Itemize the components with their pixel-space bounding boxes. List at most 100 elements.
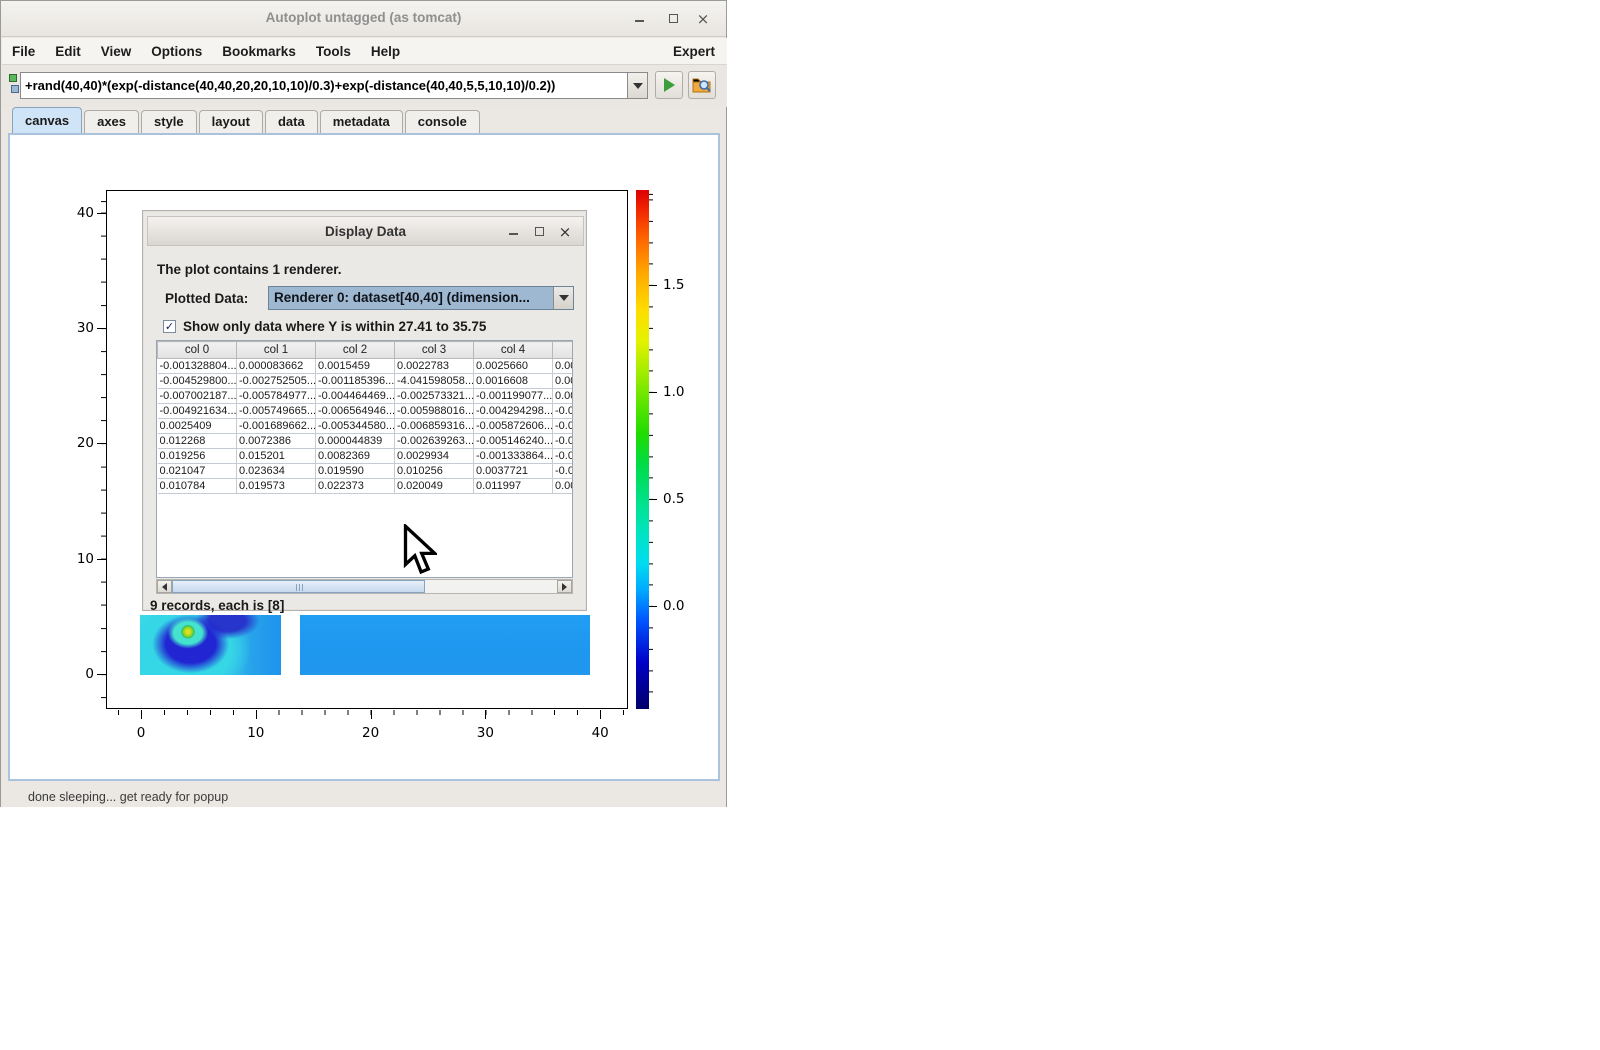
table-cell[interactable]: 0.011997 [474, 479, 553, 494]
menu-item-view[interactable]: View [91, 44, 142, 59]
table-cell[interactable]: -0.001199077... [474, 389, 553, 404]
table-cell[interactable]: 0.019573 [237, 479, 316, 494]
table-cell[interactable]: -0.001689662... [237, 419, 316, 434]
column-header[interactable]: col 4 [474, 342, 553, 359]
table-row[interactable]: 0.0210470.0236340.0195900.0102560.003772… [158, 464, 574, 479]
table-cell[interactable]: 0.00 [553, 479, 574, 494]
table-cell[interactable]: -0.004529800... [158, 374, 237, 389]
menu-item-help[interactable]: Help [361, 44, 410, 59]
menu-item-file[interactable]: File [2, 44, 45, 59]
column-header[interactable]: col 2 [316, 342, 395, 359]
dialog-close-button[interactable]: × [553, 222, 577, 240]
table-row[interactable]: -0.004921634...-0.005749665...-0.0065649… [158, 404, 574, 419]
table-cell[interactable]: -0.0 [553, 464, 574, 479]
table-cell[interactable]: 0.0037721 [474, 464, 553, 479]
table-cell[interactable]: -0.005784977... [237, 389, 316, 404]
table-cell[interactable]: 0.015201 [237, 449, 316, 464]
table-cell[interactable]: 0.0025409 [158, 419, 237, 434]
table-cell[interactable]: -0.001333864... [474, 449, 553, 464]
tab-data[interactable]: data [265, 110, 318, 133]
table-cell[interactable]: 0.0072386 [237, 434, 316, 449]
tab-layout[interactable]: layout [199, 110, 263, 133]
column-header[interactable]: col 3 [395, 342, 474, 359]
table-cell[interactable]: -0.001185396... [316, 374, 395, 389]
dialog-minimize-button[interactable] [501, 222, 525, 240]
table-cell[interactable]: 0.019256 [158, 449, 237, 464]
tab-metadata[interactable]: metadata [320, 110, 403, 133]
table-row[interactable]: -0.001328804...0.0000836620.00154590.002… [158, 359, 574, 374]
table-cell[interactable]: 0.00 [553, 374, 574, 389]
table-cell[interactable]: 0.012268 [158, 434, 237, 449]
table-cell[interactable]: -0.0 [553, 404, 574, 419]
table-cell[interactable]: -0.0 [553, 449, 574, 464]
uri-input[interactable] [20, 72, 627, 99]
menu-item-bookmarks[interactable]: Bookmarks [212, 44, 306, 59]
table-cell[interactable]: 0.000044839 [316, 434, 395, 449]
inspect-uri-button[interactable] [688, 71, 716, 99]
data-table-viewport[interactable]: col 0col 1col 2col 3col 4 -0.001328804..… [156, 340, 573, 578]
table-cell[interactable]: 0.019590 [316, 464, 395, 479]
table-cell[interactable]: -0.004294298... [474, 404, 553, 419]
column-header[interactable] [553, 342, 574, 359]
table-cell[interactable]: 0.0082369 [316, 449, 395, 464]
table-horizontal-scrollbar[interactable] [156, 579, 573, 594]
menu-item-edit[interactable]: Edit [45, 44, 91, 59]
table-row[interactable]: 0.0025409-0.001689662...-0.005344580...-… [158, 419, 574, 434]
table-cell[interactable]: -0.001328804... [158, 359, 237, 374]
table-cell[interactable]: 0.021047 [158, 464, 237, 479]
window-minimize-button[interactable] [626, 9, 652, 29]
table-cell[interactable]: 0.023634 [237, 464, 316, 479]
table-cell[interactable]: -0.0 [553, 434, 574, 449]
scroll-right-button[interactable] [557, 580, 572, 593]
table-cell[interactable]: 0.022373 [316, 479, 395, 494]
table-row[interactable]: -0.007002187...-0.005784977...-0.0044644… [158, 389, 574, 404]
table-cell[interactable]: 0.0016608 [474, 374, 553, 389]
table-cell[interactable]: 0.00 [553, 359, 574, 374]
table-row[interactable]: 0.0192560.0152010.00823690.0029934-0.001… [158, 449, 574, 464]
table-cell[interactable]: 0.020049 [395, 479, 474, 494]
table-cell[interactable]: -0.002639263... [395, 434, 474, 449]
table-cell[interactable]: 0.0022783 [395, 359, 474, 374]
table-row[interactable]: 0.0107840.0195730.0223730.0200490.011997… [158, 479, 574, 494]
dialog-maximize-button[interactable] [527, 222, 551, 240]
table-cell[interactable]: -0.005344580... [316, 419, 395, 434]
table-cell[interactable]: 0.010256 [395, 464, 474, 479]
table-row[interactable]: 0.0122680.00723860.000044839-0.002639263… [158, 434, 574, 449]
go-button[interactable] [655, 71, 683, 99]
scroll-left-button[interactable] [157, 580, 172, 593]
column-header[interactable]: col 1 [237, 342, 316, 359]
table-cell[interactable]: -0.005146240... [474, 434, 553, 449]
table-cell[interactable]: 0.0029934 [395, 449, 474, 464]
menu-item-options[interactable]: Options [141, 44, 212, 59]
tab-canvas[interactable]: canvas [12, 107, 82, 133]
plotted-data-combobox[interactable]: Renderer 0: dataset[40,40] (dimension... [268, 286, 574, 310]
menu-expert[interactable]: Expert [673, 44, 715, 59]
column-header[interactable]: col 0 [158, 342, 237, 359]
table-cell[interactable]: -0.004921634... [158, 404, 237, 419]
table-cell[interactable]: -0.002752505... [237, 374, 316, 389]
table-cell[interactable]: -4.041598058... [395, 374, 474, 389]
uri-dropdown-button[interactable] [627, 72, 648, 99]
combobox-arrow-button[interactable] [553, 287, 573, 309]
table-cell[interactable]: -0.005872606... [474, 419, 553, 434]
table-cell[interactable]: -0.002573321... [395, 389, 474, 404]
table-cell[interactable]: -0.0 [553, 419, 574, 434]
table-cell[interactable]: -0.006859316... [395, 419, 474, 434]
table-cell[interactable]: -0.005749665... [237, 404, 316, 419]
table-cell[interactable]: -0.007002187... [158, 389, 237, 404]
scrollbar-thumb[interactable] [172, 580, 425, 593]
table-cell[interactable]: -0.006564946... [316, 404, 395, 419]
table-row[interactable]: -0.004529800...-0.002752505...-0.0011853… [158, 374, 574, 389]
table-cell[interactable]: 0.00 [553, 389, 574, 404]
scrollbar-track[interactable] [172, 580, 557, 593]
filter-checkbox[interactable]: ✓ [163, 320, 176, 333]
table-cell[interactable]: -0.004464469... [316, 389, 395, 404]
table-cell[interactable]: 0.010784 [158, 479, 237, 494]
table-cell[interactable]: 0.0025660 [474, 359, 553, 374]
dialog-title-bar[interactable]: Display Data × [147, 216, 584, 246]
tab-axes[interactable]: axes [84, 110, 139, 133]
table-cell[interactable]: 0.000083662 [237, 359, 316, 374]
table-cell[interactable]: 0.0015459 [316, 359, 395, 374]
menu-item-tools[interactable]: Tools [306, 44, 361, 59]
window-close-button[interactable]: × [690, 9, 716, 29]
